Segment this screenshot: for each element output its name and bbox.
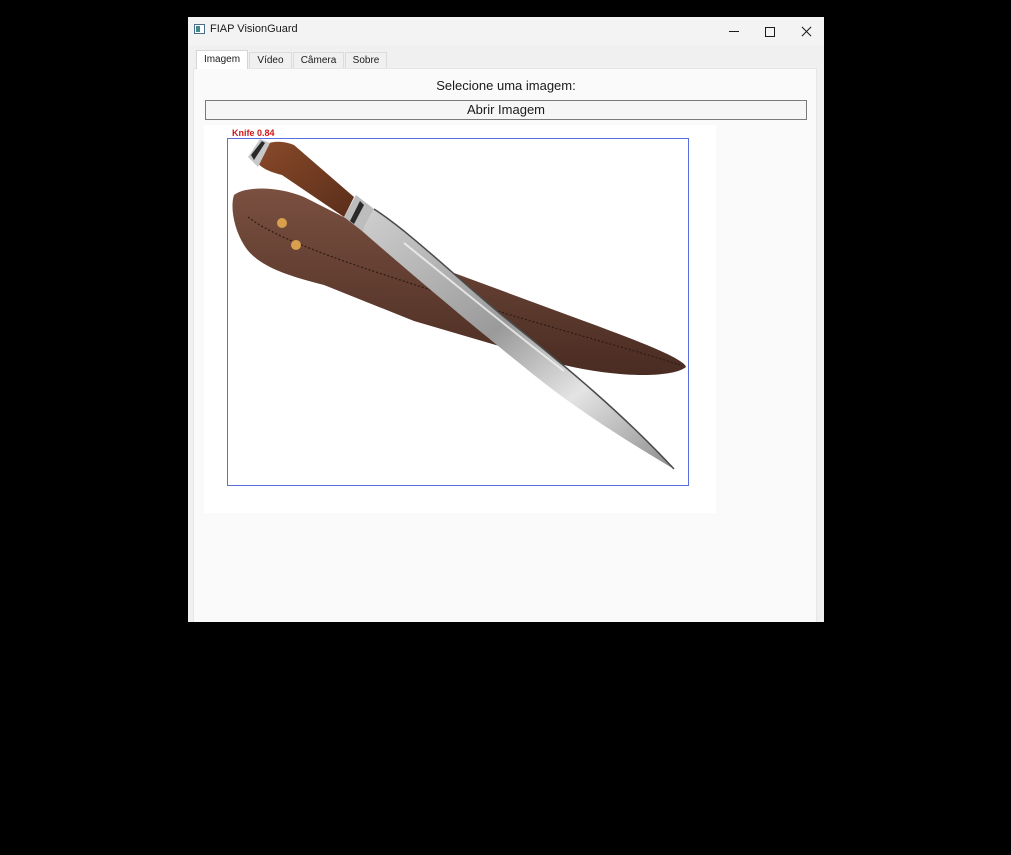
close-icon: [801, 26, 812, 37]
detection-bounding-box: [227, 138, 689, 486]
result-image-view: Knife 0.84: [204, 125, 716, 513]
app-window: FIAP VisionGuard Imagem Vídeo Câmera Sob…: [188, 17, 824, 622]
window-title: FIAP VisionGuard: [210, 23, 298, 35]
tab-imagem[interactable]: Imagem: [196, 50, 248, 69]
close-button[interactable]: [788, 17, 824, 46]
app-icon: [194, 24, 205, 34]
open-image-button[interactable]: Abrir Imagem: [205, 100, 807, 120]
tab-bar: Imagem Vídeo Câmera Sobre: [188, 46, 824, 69]
minimize-icon: [729, 31, 739, 32]
minimize-button[interactable]: [716, 17, 752, 46]
tab-sobre[interactable]: Sobre: [345, 52, 387, 68]
tab-camera[interactable]: Câmera: [293, 52, 344, 68]
maximize-button[interactable]: [752, 17, 788, 46]
maximize-icon: [765, 26, 775, 37]
imagem-tab-panel: Selecione uma imagem: Abrir Imagem Knife…: [193, 68, 817, 622]
tab-video[interactable]: Vídeo: [249, 52, 292, 68]
select-image-label: Selecione uma imagem:: [436, 78, 576, 93]
detection-label: Knife 0.84: [232, 128, 275, 138]
title-bar[interactable]: FIAP VisionGuard: [188, 17, 824, 46]
